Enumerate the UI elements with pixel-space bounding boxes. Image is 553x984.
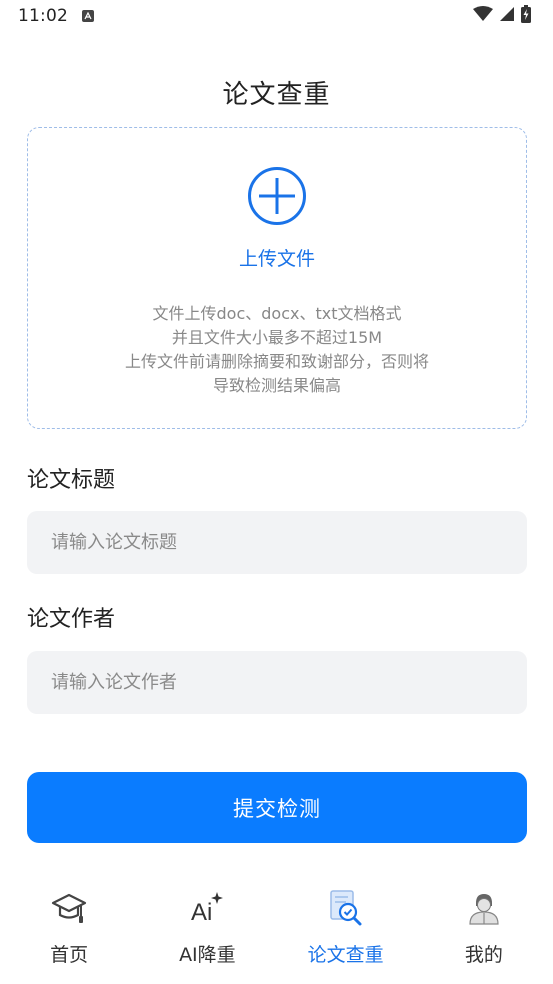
battery-charging-icon xyxy=(521,5,531,27)
signal-icon xyxy=(499,6,515,26)
page-title: 论文查重 xyxy=(222,80,331,110)
upload-hint-line: 文件上传doc、docx、txt文档格式 xyxy=(152,304,402,323)
nav-item-plagiarism-check[interactable]: 论文查重 xyxy=(277,880,415,984)
nav-label: 论文查重 xyxy=(307,944,384,966)
nav-item-mine[interactable]: 我的 xyxy=(415,880,553,984)
plus-circle-icon[interactable] xyxy=(247,166,307,226)
status-bar: 11:02 xyxy=(0,0,553,32)
wifi-icon xyxy=(473,6,493,26)
nav-label: AI降重 xyxy=(179,944,236,966)
svg-text:Ai: Ai xyxy=(191,899,212,926)
status-right xyxy=(473,5,531,27)
paper-author-input[interactable] xyxy=(27,651,527,714)
status-left: 11:02 xyxy=(18,6,94,26)
document-check-icon xyxy=(326,888,366,928)
paper-title-label: 论文标题 xyxy=(27,468,116,493)
upload-dropzone[interactable]: 上传文件 文件上传doc、docx、txt文档格式 并且文件大小最多不超过15M… xyxy=(27,127,527,429)
upload-hint-line: 并且文件大小最多不超过15M xyxy=(171,328,383,347)
screen: 11:02 论文查重 上传文件 文件上传doc、docx、txt文档格式 并且文… xyxy=(0,0,553,984)
nav-label: 首页 xyxy=(50,944,89,966)
upload-hint-line: 导致检测结果偏高 xyxy=(212,376,341,395)
graduation-cap-icon xyxy=(49,888,89,928)
notification-a-icon xyxy=(82,10,94,22)
status-time: 11:02 xyxy=(18,6,68,26)
nav-item-ai-rewrite[interactable]: Ai AI降重 xyxy=(138,880,276,984)
bottom-nav: 首页 Ai AI降重 论文查重 我的 xyxy=(0,880,553,984)
paper-title-input[interactable] xyxy=(27,511,527,574)
upload-hint-line: 上传文件前请删除摘要和致谢部分，否则将 xyxy=(124,352,429,371)
upload-file-label[interactable]: 上传文件 xyxy=(28,244,526,271)
paper-author-label: 论文作者 xyxy=(27,607,116,632)
user-avatar-icon xyxy=(464,888,504,928)
ai-sparkle-icon: Ai xyxy=(187,888,227,928)
nav-item-home[interactable]: 首页 xyxy=(0,880,138,984)
nav-label: 我的 xyxy=(464,944,503,966)
submit-check-button[interactable]: 提交检测 xyxy=(27,772,527,843)
upload-hint: 文件上传doc、docx、txt文档格式 并且文件大小最多不超过15M 上传文件… xyxy=(28,302,526,398)
